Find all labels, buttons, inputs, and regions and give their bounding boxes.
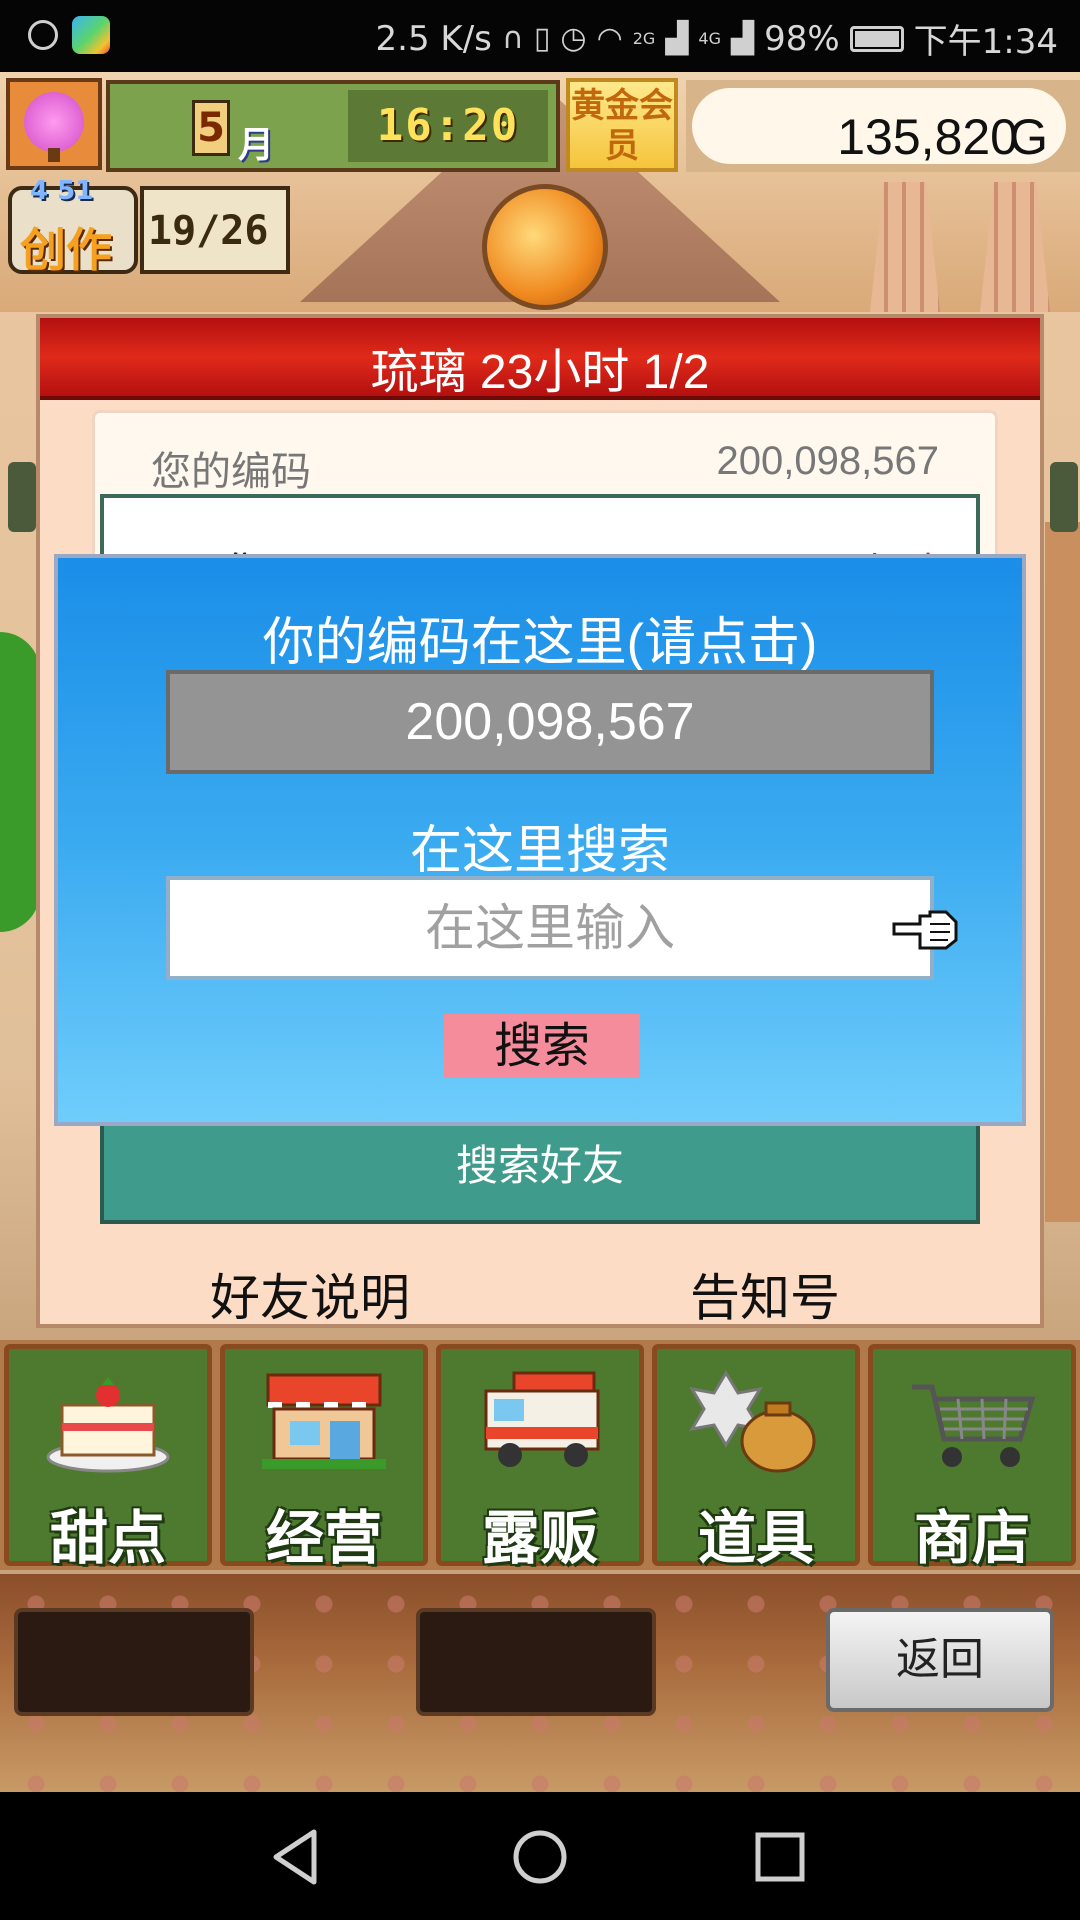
month-unit: 月: [238, 125, 275, 166]
signal-4g-label: 4G: [698, 29, 721, 48]
window-title-bar: 琉璃 23小时 1/2: [40, 318, 1040, 400]
signal-icon: ▟: [730, 21, 755, 56]
bottom-menu: 甜点 经营 露贩 道具 商店: [0, 1340, 1080, 1572]
create-progress-box: 19/26: [140, 186, 290, 274]
items-bag-icon: [689, 1370, 816, 1473]
search-friends-label: 搜索好友: [455, 1141, 624, 1190]
menu-item-management[interactable]: 经营: [220, 1344, 428, 1572]
android-nav-bar: [0, 1792, 1080, 1920]
empty-slot: [416, 1608, 656, 1716]
signal-2g-label: 2G: [632, 29, 656, 48]
cake-icon: [46, 1377, 170, 1473]
gold-pill: 135,820 G: [692, 88, 1066, 165]
code-value: 200,098,567: [716, 439, 939, 483]
dialog-title: 你的编码在这里(请点击): [262, 614, 818, 672]
stopwatch-icon: [28, 20, 58, 50]
gold-emblem-icon: [482, 184, 608, 310]
clock-time: 下午1:34: [913, 22, 1058, 62]
shopping-cart-icon: [912, 1384, 1036, 1467]
menu-item-label: 甜点: [49, 1504, 166, 1572]
menu-item-items[interactable]: 道具: [652, 1344, 860, 1572]
menu-item-label: 经营: [265, 1504, 382, 1572]
create-level: 4 51: [30, 176, 94, 206]
network-speed: 2.5 K/s: [375, 18, 492, 59]
play-store-icon: [72, 16, 110, 54]
lamp-icon: [1050, 462, 1078, 532]
back-button[interactable]: 返回: [826, 1608, 1054, 1712]
my-code-field[interactable]: 200,098,567: [166, 670, 934, 774]
recents-square-icon[interactable]: [745, 1822, 815, 1892]
create-progress: 19/26: [148, 208, 269, 254]
status-right: 2.5 K/s ∩ ▯ ◷ ◠ 2G ▟ 4G ▟ 98% 下午1:34: [376, 14, 1058, 63]
signal-icon: ▟: [665, 21, 689, 56]
status-left: [28, 16, 110, 54]
game-clock: 16:20: [348, 90, 548, 162]
alarm-icon: ◷: [560, 21, 587, 56]
pointing-hand-icon: [892, 910, 958, 950]
menu-item-label: 道具: [697, 1504, 814, 1572]
battery-icon: [849, 25, 904, 52]
bottom-bar: 返回: [0, 1574, 1080, 1792]
gold-member-badge[interactable]: 黄金会员: [566, 78, 678, 172]
window-title: 琉璃 23小时 1/2: [370, 346, 710, 399]
gold-amount: 135,820: [837, 109, 1018, 165]
wifi-icon: ◠: [596, 21, 623, 56]
notice-number-link[interactable]: 告知号: [690, 1258, 840, 1330]
menu-item-label: 商店: [913, 1504, 1030, 1572]
search-title: 在这里搜索: [409, 822, 670, 880]
back-triangle-icon[interactable]: [262, 1822, 332, 1892]
empty-slot: [14, 1608, 254, 1716]
player-avatar[interactable]: [6, 78, 102, 170]
menu-item-label: 露贩: [481, 1504, 598, 1572]
menu-item-street-stall[interactable]: 露贩: [436, 1344, 644, 1572]
month-number: 5: [192, 100, 230, 156]
search-button[interactable]: 搜索: [444, 1014, 640, 1078]
date-panel: 5 月 16:20: [106, 80, 560, 172]
status-bar: 2.5 K/s ∩ ▯ ◷ ◠ 2G ▟ 4G ▟ 98% 下午1:34: [0, 0, 1080, 72]
avatar-stem: [48, 148, 60, 162]
menu-item-store[interactable]: 商店: [868, 1344, 1076, 1572]
home-circle-icon[interactable]: [505, 1822, 575, 1892]
wall-decoration: [1045, 522, 1080, 1222]
tree-avatar-icon: [24, 92, 84, 152]
friend-help-link[interactable]: 好友说明: [210, 1258, 410, 1330]
gold-unit: G: [1009, 109, 1048, 165]
friend-code-dialog: 你的编码在这里(请点击) 200,098,567 在这里搜索 搜索: [54, 554, 1026, 1126]
headphones-icon: ∩: [501, 21, 524, 56]
tree-decoration: [0, 632, 40, 932]
shop-building-icon: [262, 1373, 386, 1469]
battery-percent: 98%: [764, 18, 840, 59]
code-label: 您的编码: [151, 449, 311, 495]
gold-panel: 135,820 G: [686, 80, 1080, 172]
lamp-icon: [8, 462, 36, 532]
friend-code-search-input[interactable]: [166, 876, 934, 980]
create-label: 创作: [20, 223, 112, 277]
menu-item-desserts[interactable]: 甜点: [4, 1344, 212, 1572]
food-truck-icon: [484, 1371, 600, 1467]
vibrate-icon: ▯: [533, 21, 551, 56]
